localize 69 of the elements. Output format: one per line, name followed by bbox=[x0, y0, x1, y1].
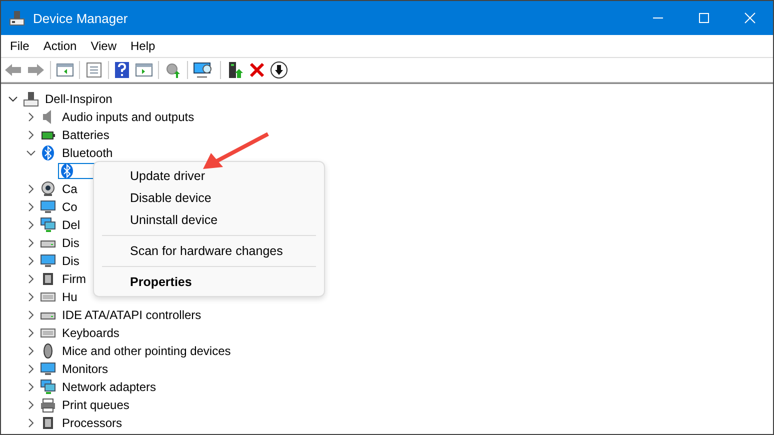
tree-item[interactable]: IDE ATA/ATAPI controllers bbox=[61, 308, 202, 322]
properties-icon[interactable] bbox=[85, 62, 103, 78]
annotation-arrow bbox=[201, 132, 271, 172]
chip-icon bbox=[40, 415, 56, 431]
tree-item[interactable]: Firm bbox=[61, 272, 87, 286]
close-icon[interactable] bbox=[249, 62, 265, 78]
menu-item[interactable]: Help bbox=[124, 39, 162, 53]
tree-item[interactable]: Print queues bbox=[61, 398, 130, 412]
back-icon[interactable] bbox=[4, 62, 22, 78]
menu-item[interactable]: Action bbox=[36, 39, 84, 53]
panel-icon[interactable] bbox=[135, 62, 153, 78]
chevron-icon[interactable] bbox=[26, 256, 36, 266]
chevron-icon[interactable] bbox=[26, 238, 36, 248]
tree-item[interactable]: Dis bbox=[61, 254, 80, 268]
chevron-icon[interactable] bbox=[26, 382, 36, 392]
chevron-icon[interactable] bbox=[26, 364, 36, 374]
chevron-icon[interactable] bbox=[26, 148, 36, 158]
tree-item[interactable]: Del bbox=[61, 218, 82, 232]
context-menu-item[interactable]: Disable device bbox=[94, 187, 324, 209]
network-icon bbox=[40, 379, 56, 395]
tree-item[interactable]: Audio inputs and outputs bbox=[61, 110, 196, 124]
tree-item[interactable]: Co bbox=[61, 200, 78, 214]
chevron-icon[interactable] bbox=[26, 184, 36, 194]
context-menu-item[interactable]: Scan for hardware changes bbox=[94, 240, 324, 262]
maximize-icon bbox=[698, 12, 710, 24]
tree-item[interactable]: Hu bbox=[61, 290, 78, 304]
chevron-icon[interactable] bbox=[26, 292, 36, 302]
context-menu-item[interactable]: Update driver bbox=[94, 165, 324, 187]
chevron-icon[interactable] bbox=[26, 112, 36, 122]
close-icon bbox=[744, 12, 756, 24]
tree-item[interactable]: Batteries bbox=[61, 128, 110, 142]
forward-icon[interactable] bbox=[27, 62, 45, 78]
chevron-icon[interactable] bbox=[26, 130, 36, 140]
tree-item[interactable]: Mice and other pointing devices bbox=[61, 344, 232, 358]
chevron-icon[interactable] bbox=[26, 274, 36, 284]
monitor-icon bbox=[40, 199, 56, 215]
chevron-icon[interactable] bbox=[26, 310, 36, 320]
tree-item[interactable]: Processors bbox=[61, 416, 124, 430]
tree-item[interactable]: Ca bbox=[61, 182, 78, 196]
chevron-icon[interactable] bbox=[26, 346, 36, 356]
camera-icon bbox=[40, 181, 56, 197]
chevron-icon[interactable] bbox=[26, 328, 36, 338]
tree-item[interactable]: Dell-Inspiron bbox=[44, 92, 114, 106]
chevron-icon[interactable] bbox=[26, 418, 36, 428]
chevron-icon[interactable] bbox=[26, 202, 36, 212]
chevron-icon[interactable] bbox=[8, 94, 18, 104]
chevron-icon[interactable] bbox=[26, 400, 36, 410]
menu-item[interactable]: File bbox=[3, 39, 36, 53]
computer-icon[interactable] bbox=[226, 61, 244, 79]
bluetooth-icon bbox=[40, 145, 56, 161]
chevron-icon[interactable] bbox=[26, 220, 36, 230]
panel-icon[interactable] bbox=[56, 62, 74, 78]
menu-item[interactable]: View bbox=[84, 39, 124, 53]
monitor-icon bbox=[40, 253, 56, 269]
chip-icon bbox=[40, 271, 56, 287]
tree-item[interactable]: Network adapters bbox=[61, 380, 158, 394]
context-menu-item[interactable]: Uninstall device bbox=[94, 209, 324, 231]
tree-item[interactable]: Monitors bbox=[61, 362, 110, 376]
computer-icon bbox=[23, 91, 39, 107]
printer-icon bbox=[40, 397, 56, 413]
tree-item[interactable]: Keyboards bbox=[61, 326, 120, 340]
context-menu-item[interactable]: Properties bbox=[94, 271, 324, 293]
tree-item[interactable]: Bluetooth bbox=[61, 146, 114, 160]
window-title: Device Manager bbox=[33, 10, 128, 26]
monitor-icon bbox=[40, 361, 56, 377]
help-icon[interactable] bbox=[114, 61, 130, 79]
tree-item[interactable]: Dis bbox=[61, 236, 80, 250]
computer-icon bbox=[9, 10, 25, 26]
network-icon bbox=[40, 217, 56, 233]
